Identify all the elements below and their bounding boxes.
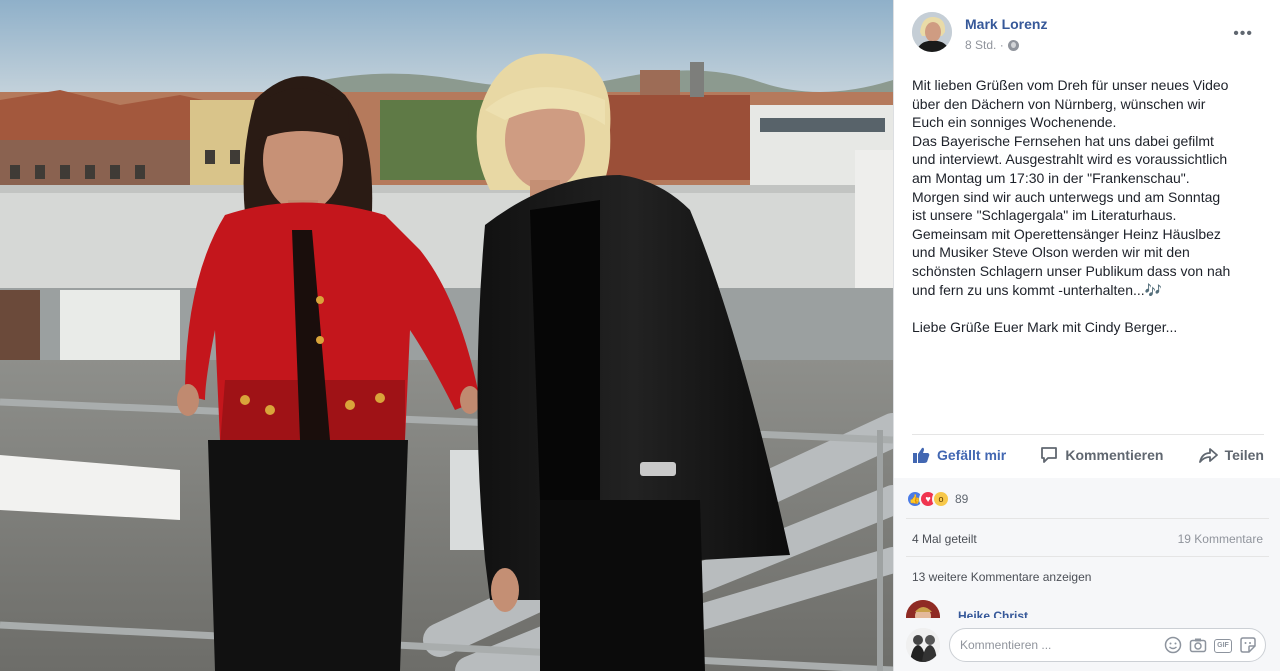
post-text-line: schönsten Schlagern unser Publikum dass …	[912, 262, 1231, 279]
post-text-line: und interviewt. Ausgestrahlt wird es vor…	[912, 151, 1228, 168]
shares-link[interactable]: 4 Mal geteilt	[912, 532, 977, 546]
comment-icon	[1041, 447, 1058, 463]
commenter-avatar[interactable]	[906, 600, 940, 618]
post-text-line: Mit lieben Grüßen vom Dreh für unser neu…	[912, 77, 1229, 93]
comments-count-link[interactable]: 19 Kommentare	[1178, 532, 1263, 546]
emoji-icon[interactable]	[1164, 636, 1182, 654]
load-more-comments-link[interactable]: 13 weitere Kommentare anzeigen	[912, 570, 1091, 584]
post-side-panel: Mark Lorenz 8 Std. · ••• Mit lieben Grüß…	[893, 0, 1280, 671]
comment-input-tools: GIF	[1164, 636, 1257, 654]
reactions-summary[interactable]: 👍 ♥ o 89	[906, 490, 968, 508]
post-text-line: Liebe Grüße Euer Mark mit Cindy Berger..…	[912, 318, 1178, 335]
stats-divider	[906, 518, 1269, 519]
globe-icon	[1007, 39, 1019, 51]
post-text-line: über den Dächern von Nürnberg, wünschen …	[912, 95, 1206, 112]
post-text-line: und Musiker Steve Olson werden wir mit d…	[912, 244, 1190, 261]
share-button[interactable]: Teilen	[1198, 446, 1264, 464]
comment-label: Kommentieren	[1065, 447, 1164, 463]
comment-input[interactable]	[960, 638, 1160, 652]
post-text-line: Euch ein sonniges Wochenende.	[912, 114, 1117, 131]
wow-reaction-icon: o	[932, 490, 950, 508]
post-header: Mark Lorenz 8 Std. · •••	[912, 12, 1267, 56]
rooftop-photo-illustration	[0, 0, 893, 671]
author-avatar[interactable]	[912, 12, 952, 52]
like-button[interactable]: Gefällt mir	[912, 446, 1006, 464]
comments-divider	[906, 556, 1269, 557]
share-label: Teilen	[1224, 447, 1264, 463]
like-label: Gefällt mir	[937, 447, 1007, 463]
current-user-avatar-image	[906, 628, 940, 662]
more-options-button[interactable]: •••	[1233, 26, 1253, 42]
author-avatar-image	[912, 12, 952, 52]
post-text-line: am Montag um 17:30 in der "Frankenschau"…	[912, 169, 1190, 186]
sticker-icon[interactable]	[1239, 636, 1257, 654]
gif-icon[interactable]: GIF	[1214, 636, 1232, 654]
post-timestamp[interactable]: 8 Std. ·	[965, 38, 1004, 52]
post-text-line: Morgen sind wir auch unterwegs und am So…	[912, 188, 1221, 205]
post-actions: Gefällt mir Kommentieren Teilen	[912, 440, 1264, 470]
actions-divider	[912, 434, 1264, 435]
comment-button[interactable]: Kommentieren	[1040, 446, 1163, 464]
post-text: Mit lieben Grüßen vom Dreh für unser neu…	[912, 76, 1267, 336]
comment-composer: GIF	[894, 618, 1280, 671]
comment-input-box[interactable]: GIF	[949, 628, 1266, 662]
share-icon	[1198, 448, 1218, 463]
post-text-line: Gemeinsam mit Operettensänger Heinz Häus…	[912, 225, 1221, 242]
post-meta: 8 Std. ·	[965, 38, 1019, 52]
commenter-name[interactable]: Heike Christ	[958, 609, 1028, 618]
comment-preview: Heike Christ	[906, 600, 1266, 618]
feedback-section: 👍 ♥ o 89 4 Mal geteilt 19 Kommentare 13 …	[894, 478, 1280, 671]
camera-icon[interactable]	[1189, 636, 1207, 654]
current-user-avatar[interactable]	[906, 628, 940, 662]
author-name[interactable]: Mark Lorenz	[965, 16, 1047, 32]
thumbs-up-icon	[913, 447, 930, 463]
post-text-line: ist unsere "Schlagergala" im Literaturha…	[912, 207, 1177, 224]
commenter-avatar-image	[906, 600, 940, 618]
post-text-line	[912, 299, 1267, 318]
post-text-line: Das Bayerische Fernsehen hat uns dabei g…	[912, 132, 1214, 149]
post-photo[interactable]	[0, 0, 893, 671]
reaction-count: 89	[955, 492, 969, 506]
post-text-line: und fern zu uns kommt -unterhalten...🎶	[912, 281, 1163, 298]
